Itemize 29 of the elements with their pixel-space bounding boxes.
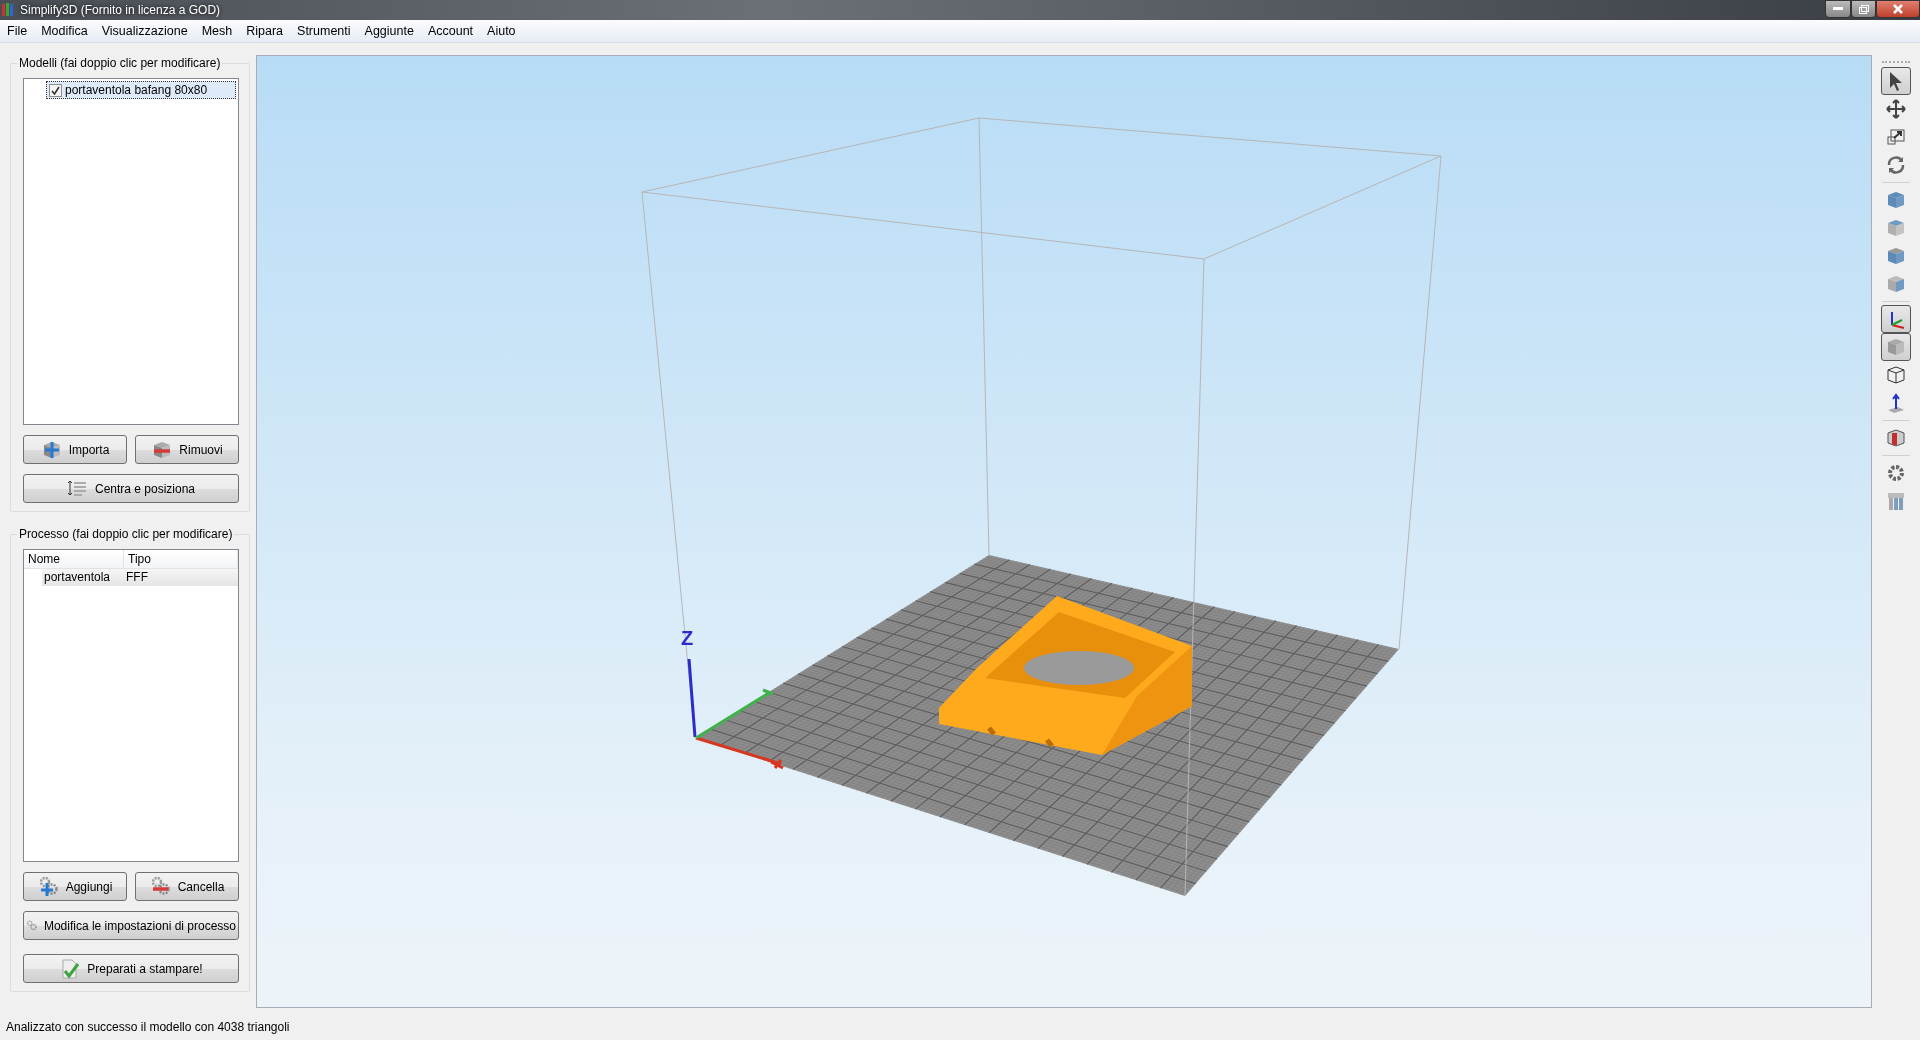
status-text: Analizzato con successo il modello con 4038 triangoli [6,1020,290,1034]
menu-item[interactable]: Visualizzazione [94,24,195,38]
import-button[interactable]: Importa [23,435,127,464]
edit-button[interactable]: Modifica le impostazioni di processo [23,911,239,940]
center-button[interactable]: Centra e posiziona [23,474,239,503]
3d-viewport[interactable]: Z [256,55,1872,1008]
menu-item[interactable]: Mesh [194,24,240,38]
group-title: Processo (fai doppio clic per modificare) [17,527,235,541]
menu-item[interactable]: Ripara [239,24,291,38]
table-cell-text: FFF [125,569,149,586]
model-name: portaventola bafang 80x80 [65,83,208,97]
add-button[interactable]: Aggiungi [23,872,127,901]
delete-button[interactable]: Cancella [135,872,239,901]
process-row[interactable]: portaventola FFF [42,569,238,586]
prepare-button[interactable]: Preparati a stampare! [23,954,239,983]
menu-item[interactable]: Account [420,24,481,38]
axis-label: Z [681,628,694,648]
table-cell-text: portaventola [43,569,112,586]
column-header[interactable]: Nome [24,550,124,568]
menu-item[interactable]: Aiuto [480,24,523,38]
group-title: Modelli (fai doppio clic per modificare) [17,56,223,70]
menu-item[interactable]: Aggiunte [357,24,421,38]
menu-item[interactable]: Modifica [34,24,95,38]
menu-item[interactable]: File [0,24,35,38]
column-header[interactable]: Tipo [124,550,238,568]
menu-item[interactable]: Strumenti [290,24,358,38]
remove-button[interactable]: Rimuovi [135,435,239,464]
window-title: Simplify3D (Fornito in licenza a GOD) [20,3,222,17]
model-item[interactable]: portaventola bafang 80x80 [46,81,236,99]
